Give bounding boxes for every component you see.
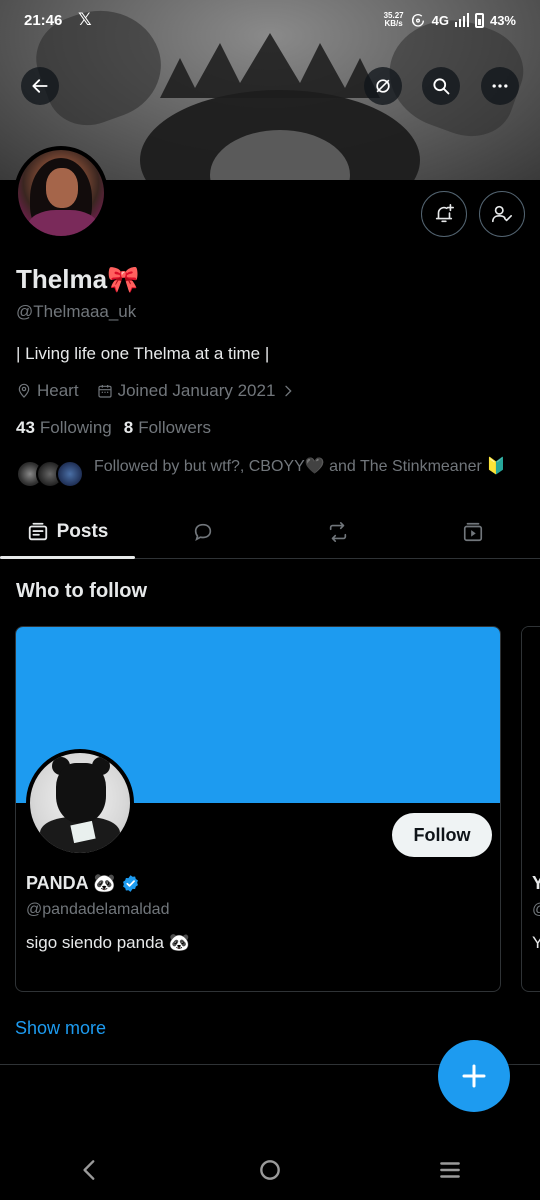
suggested-user-avatar[interactable] [26,749,134,857]
suggested-user-name: Y [532,873,540,894]
hotspot-icon [411,13,424,27]
show-more-link[interactable]: Show more [15,1018,106,1039]
follower-avatar [56,460,84,488]
following-status-button[interactable] [479,191,525,237]
battery-icon [474,12,484,28]
nav-back-button[interactable] [60,1140,120,1200]
profile-location: Heart [16,381,79,401]
profile-tabs: Posts [0,505,540,559]
suggested-user-banner [522,627,540,803]
battery-level: 43% [489,12,516,28]
plus-icon [462,1064,486,1088]
posts-icon [28,522,47,540]
status-bar: 21:46 𝕏 35.27 KB/s 4G 43% [0,0,540,44]
reply-icon [194,523,211,541]
tab-media[interactable] [405,505,540,558]
signal-icon [454,13,469,27]
suggested-user-bio: sigo siendo panda 🐼 [26,933,190,952]
x-logo-icon: 𝕏 [78,10,92,29]
network-type: 4G [431,12,449,28]
nav-recents-button[interactable] [420,1140,480,1200]
arrow-left-icon [32,79,48,93]
notifications-button[interactable] [421,191,467,237]
profile-meta: Heart Joined January 2021 [16,381,296,401]
grok-icon [376,79,390,93]
profile-handle: @Thelmaaa_uk [16,302,137,321]
suggested-user-card[interactable]: Follow PANDA 🐼 @pandadelamaldad sigo sie… [15,626,501,992]
who-to-follow-title: Who to follow [16,580,148,602]
suggested-user-bio: Y [532,933,540,953]
nav-home-button[interactable] [240,1140,300,1200]
status-icons: 35.27 KB/s 4G 43% [384,12,516,28]
search-button[interactable] [422,67,460,105]
nav-home-icon [260,1160,280,1180]
followers-link[interactable]: 8 Followers [124,418,211,438]
more-icon [492,84,508,88]
chevron-right-icon [285,385,293,397]
verified-badge-icon [123,875,139,892]
grok-button[interactable] [364,67,402,105]
profile-counts: 43 Following 8 Followers [16,418,211,438]
location-pin-icon [18,383,30,398]
media-icon [463,522,482,541]
back-button[interactable] [21,67,59,105]
tab-replies[interactable] [135,505,270,558]
calendar-icon [97,385,112,398]
following-link[interactable]: 43 Following [16,418,112,438]
avatar-body [28,210,98,236]
nav-menu-icon [440,1162,460,1178]
follow-button[interactable]: Follow [392,813,492,857]
suggested-user-name: PANDA 🐼 [26,873,140,894]
avatar-mask [56,763,106,823]
profile-bio: | Living life one Thelma at a time | [16,344,270,363]
followed-by[interactable]: Followed by but wtf?, CBOYY🖤 and The Sti… [16,456,526,490]
user-check-icon [492,205,512,223]
profile-name: Thelma🎀 [16,264,140,294]
tab-posts[interactable]: Posts [0,505,135,559]
suggested-user-handle: @ [532,901,540,919]
repost-icon [329,521,346,542]
more-button[interactable] [481,67,519,105]
network-speed: 35.27 KB/s [383,11,404,28]
bell-plus-icon [435,204,454,223]
search-icon [433,78,450,95]
profile-avatar[interactable] [14,146,108,240]
tab-reposts[interactable] [270,505,405,558]
suggested-user-handle: @pandadelamaldad [26,901,170,918]
avatar-face [46,168,78,208]
suggested-user-card-partial[interactable]: Y @ Y [521,626,540,992]
followed-by-text: Followed by but wtf?, CBOYY🖤 and The Sti… [94,458,507,475]
followed-by-avatars [16,460,86,490]
status-time: 21:46 [24,12,63,29]
nav-back-icon [83,1160,95,1180]
compose-post-button[interactable] [438,1040,510,1112]
system-nav-bar [0,1140,540,1200]
profile-joined[interactable]: Joined January 2021 [97,381,297,401]
